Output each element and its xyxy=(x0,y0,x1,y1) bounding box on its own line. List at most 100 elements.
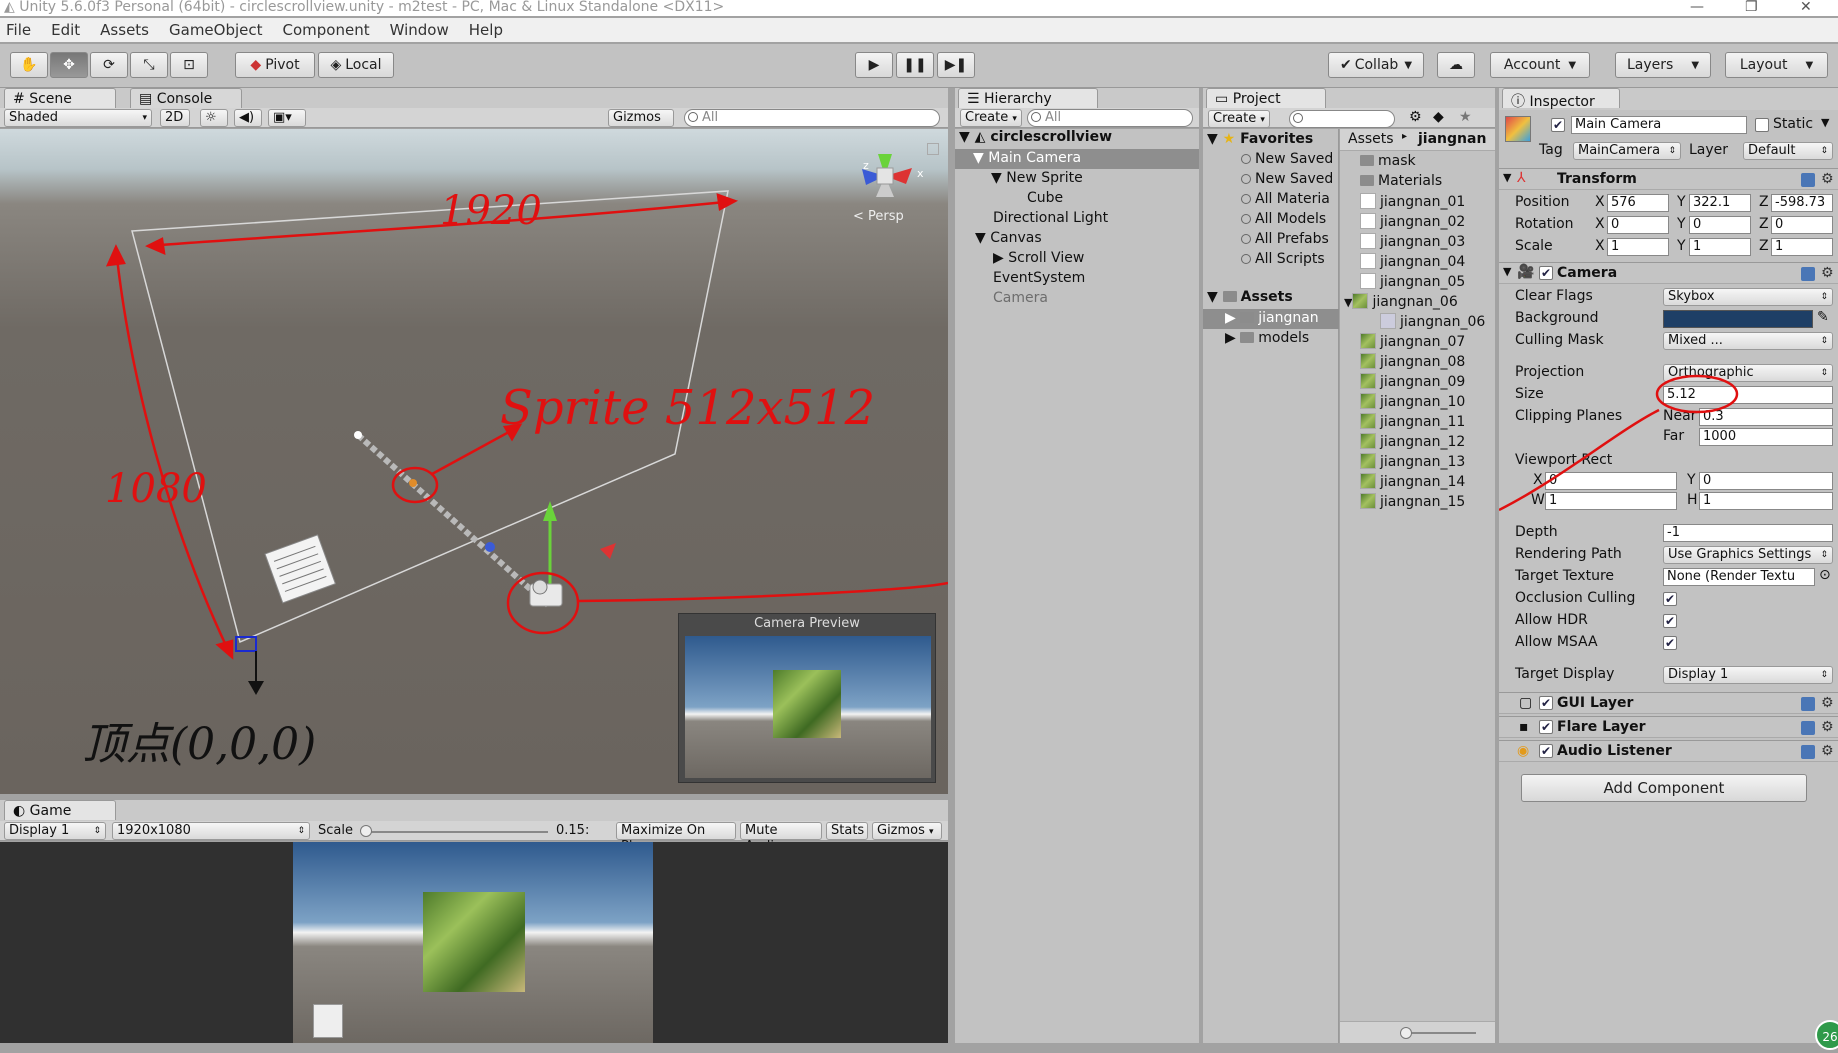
maximize-on-play-toggle[interactable]: Maximize On Play xyxy=(616,822,736,854)
near-input[interactable]: 0.3 xyxy=(1699,408,1833,426)
menu-window[interactable]: Window xyxy=(390,21,449,39)
mute-audio-toggle[interactable]: Mute Audio xyxy=(740,822,822,854)
breadcrumb-root[interactable]: Assets xyxy=(1348,131,1394,147)
audio-listener-checkbox[interactable]: ✔ xyxy=(1539,744,1553,758)
help-icon[interactable] xyxy=(1801,173,1815,187)
lock-icon[interactable] xyxy=(927,143,939,155)
tab-inspector[interactable]: ⓘ Inspector xyxy=(1502,88,1620,110)
rendering-path-dropdown[interactable]: Use Graphics Settings ⇕ xyxy=(1663,546,1833,564)
game-viewport[interactable] xyxy=(0,842,948,1043)
hierarchy-item-main-camera[interactable]: ▼ Main Camera xyxy=(973,150,1081,166)
step-button[interactable]: ▶❚ xyxy=(937,52,975,78)
flare-layer-checkbox[interactable]: ✔ xyxy=(1539,720,1553,734)
transform-header[interactable]: ▼ ⅄ Transform ⚙ xyxy=(1499,168,1838,190)
help-icon[interactable] xyxy=(1801,721,1815,735)
favorite-item[interactable]: New Saved xyxy=(1241,151,1333,167)
2d-toggle[interactable]: 2D xyxy=(160,109,190,127)
size-input[interactable]: 5.12 xyxy=(1663,386,1833,404)
move-tool-button[interactable]: ✥ xyxy=(50,52,88,78)
viewport-x-input[interactable]: 0 xyxy=(1545,472,1677,490)
favorite-item[interactable]: All Scripts xyxy=(1241,251,1325,267)
file-item[interactable]: jiangnan_01 xyxy=(1360,193,1465,210)
breadcrumb-current[interactable]: jiangnan xyxy=(1418,131,1486,147)
background-color-swatch[interactable] xyxy=(1663,310,1813,328)
file-item[interactable]: jiangnan_09 xyxy=(1360,373,1465,390)
project-search-input[interactable] xyxy=(1289,110,1395,128)
gizmos-dropdown[interactable]: Gizmos ▾ xyxy=(608,109,674,140)
persp-label[interactable]: < Persp xyxy=(853,209,904,224)
layer-dropdown[interactable]: Default ⇕ xyxy=(1743,142,1833,160)
viewport-y-input[interactable]: 0 xyxy=(1699,472,1833,490)
hierarchy-item-camera[interactable]: Camera xyxy=(993,290,1048,306)
file-item[interactable]: jiangnan_10 xyxy=(1360,393,1465,410)
viewport-w-input[interactable]: 1 xyxy=(1545,492,1677,510)
favorite-item[interactable]: All Materia xyxy=(1241,191,1330,207)
allow-msaa-checkbox[interactable]: ✔ xyxy=(1663,636,1677,650)
gear-icon[interactable]: ⚙ xyxy=(1821,171,1834,187)
file-item[interactable]: jiangnan_04 xyxy=(1360,253,1465,270)
pause-button[interactable]: ❚❚ xyxy=(896,52,934,78)
menu-gameobject[interactable]: GameObject xyxy=(169,21,263,39)
file-item[interactable]: mask xyxy=(1360,153,1416,169)
culling-mask-dropdown[interactable]: Mixed ... ⇕ xyxy=(1663,332,1833,350)
project-create-dropdown[interactable]: Create ▾ xyxy=(1208,110,1270,128)
minimize-button[interactable]: — xyxy=(1690,0,1704,14)
occlusion-culling-checkbox[interactable]: ✔ xyxy=(1663,592,1677,606)
hierarchy-create-dropdown[interactable]: Create ▾ xyxy=(960,109,1022,127)
local-button[interactable]: ◈ Local xyxy=(318,52,394,78)
file-item[interactable]: jiangnan_13 xyxy=(1360,453,1465,470)
resolution-dropdown[interactable]: 1920x1080 ⇕ xyxy=(112,822,310,840)
filter-label-icon[interactable]: ◆ xyxy=(1433,109,1444,125)
tab-project[interactable]: ▭ Project xyxy=(1206,88,1326,108)
asset-folder-models[interactable]: ▶ models xyxy=(1225,330,1309,346)
position-z-input[interactable]: -598.73 xyxy=(1771,194,1833,212)
viewport-h-input[interactable]: 1 xyxy=(1699,492,1833,510)
gear-icon[interactable]: ⚙ xyxy=(1821,695,1834,711)
scale-z-input[interactable]: 1 xyxy=(1771,238,1833,256)
position-x-input[interactable]: 576 xyxy=(1607,194,1669,212)
cloud-button[interactable]: ☁ xyxy=(1437,52,1475,78)
menu-edit[interactable]: Edit xyxy=(51,21,80,39)
file-item[interactable]: jiangnan_02 xyxy=(1360,213,1465,230)
favorite-item[interactable]: New Saved xyxy=(1241,171,1333,187)
file-item[interactable]: jiangnan_14 xyxy=(1360,473,1465,490)
active-checkbox[interactable]: ✔ xyxy=(1551,118,1565,132)
hierarchy-item-directional-light[interactable]: Directional Light xyxy=(993,210,1108,226)
clear-flags-dropdown[interactable]: Skybox ⇕ xyxy=(1663,288,1833,306)
hierarchy-search-input[interactable]: All xyxy=(1027,109,1193,127)
scene-viewport[interactable]: z x 1920 1080 Sprite 512x512 顶点(0,0,0) <… xyxy=(0,129,948,794)
help-icon[interactable] xyxy=(1801,745,1815,759)
allow-hdr-checkbox[interactable]: ✔ xyxy=(1663,614,1677,628)
shading-dropdown[interactable]: Shaded ▾ xyxy=(4,109,152,127)
file-item[interactable]: jiangnan_11 xyxy=(1360,413,1465,430)
gui-layer-checkbox[interactable]: ✔ xyxy=(1539,696,1553,710)
star-icon[interactable]: ★ xyxy=(1459,109,1472,125)
icon-size-slider-thumb[interactable] xyxy=(1400,1027,1412,1039)
pivot-button[interactable]: ◆ Pivot xyxy=(235,52,315,78)
collab-dropdown[interactable]: ✔ Collab ▼ xyxy=(1328,52,1424,78)
file-item[interactable]: jiangnan_08 xyxy=(1360,353,1465,370)
asset-folder-jiangnan[interactable]: ▶ jiangnan xyxy=(1225,310,1319,326)
help-icon[interactable] xyxy=(1801,697,1815,711)
file-item[interactable]: jiangnan_15 xyxy=(1360,493,1465,510)
close-button[interactable]: ✕ xyxy=(1800,0,1812,14)
gui-layer-header[interactable]: ▢ ✔ GUI Layer ⚙ xyxy=(1499,692,1838,714)
file-item-sprite[interactable]: jiangnan_06 xyxy=(1380,313,1485,330)
menu-help[interactable]: Help xyxy=(469,21,503,39)
static-checkbox[interactable] xyxy=(1755,118,1769,132)
favorites-root[interactable]: ▼ ★ Favorites xyxy=(1207,131,1313,147)
position-y-input[interactable]: 322.1 xyxy=(1689,194,1751,212)
add-component-button[interactable]: Add Component xyxy=(1521,774,1807,802)
menu-assets[interactable]: Assets xyxy=(100,21,149,39)
depth-input[interactable]: -1 xyxy=(1663,524,1833,542)
game-gizmos-dropdown[interactable]: Gizmos ▾ xyxy=(872,822,942,840)
flare-layer-header[interactable]: ▪ ✔ Flare Layer ⚙ xyxy=(1499,716,1838,738)
file-item[interactable]: Materials xyxy=(1360,173,1442,189)
hierarchy-item-eventsystem[interactable]: EventSystem xyxy=(993,270,1085,286)
scale-slider-track[interactable] xyxy=(362,831,548,833)
eyedropper-icon[interactable]: ✎ xyxy=(1817,309,1829,325)
account-dropdown[interactable]: Account ▼ xyxy=(1490,52,1590,78)
rotation-z-input[interactable]: 0 xyxy=(1771,216,1833,234)
rotate-tool-button[interactable]: ⟳ xyxy=(90,52,128,78)
notification-badge[interactable]: 26 xyxy=(1815,1020,1838,1050)
